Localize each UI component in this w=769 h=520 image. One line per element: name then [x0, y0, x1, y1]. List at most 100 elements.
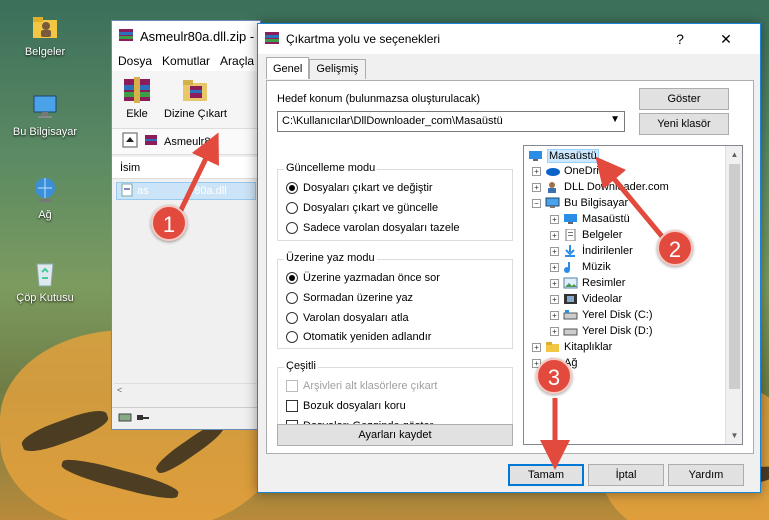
scroll-thumb[interactable]: [729, 164, 740, 389]
expand-icon[interactable]: +: [550, 278, 559, 288]
radio-button[interactable]: [286, 202, 298, 214]
radio-button[interactable]: [286, 331, 298, 343]
radio-button[interactable]: [286, 272, 298, 284]
scroll-down-icon[interactable]: ▼: [726, 427, 742, 444]
expand-icon[interactable]: +: [550, 214, 559, 224]
tree-label: Bu Bilgisayar: [564, 197, 629, 209]
tree-item-desktop-root[interactable]: Masaüstü: [528, 149, 599, 163]
winrar-title: Asmeulr80a.dll.zip -: [140, 28, 255, 44]
tree-item-this-pc[interactable]: − Bu Bilgisayar: [532, 197, 628, 209]
desktop-icon-label: Belgeler: [24, 46, 66, 58]
tree-label: İndirilenler: [582, 245, 633, 257]
destination-label: Hedef konum (bulunmazsa oluşturulacak): [277, 93, 480, 105]
radio-skip-existing[interactable]: Varolan dosyaları atla: [286, 312, 409, 324]
up-folder-icon[interactable]: [122, 132, 138, 151]
tree-item-libraries[interactable]: + Kitaplıklar: [532, 341, 612, 353]
tree-item-music[interactable]: + Müzik: [550, 261, 611, 273]
step-marker-1: 1: [151, 205, 187, 241]
tree-item-videos[interactable]: + Videolar: [550, 293, 622, 305]
scroll-up-icon[interactable]: ▲: [726, 146, 742, 163]
expand-icon[interactable]: +: [550, 246, 559, 256]
menu-item-file[interactable]: Dosya: [118, 54, 152, 68]
radio-extract-update[interactable]: Dosyaları çıkart ve güncelle: [286, 202, 438, 214]
expand-icon[interactable]: +: [550, 262, 559, 272]
tree-item-disk-c[interactable]: + Yerel Disk (C:): [550, 309, 653, 321]
tree-item-downloads[interactable]: + İndirilenler: [550, 245, 633, 257]
winrar-pathbar: Asmeulr80: [112, 129, 260, 155]
folder-tree[interactable]: Masaüstü + OneDrive + DLL Downloader.com…: [523, 145, 743, 445]
tab-general[interactable]: Genel: [266, 57, 310, 79]
radio-overwrite-no-prompt[interactable]: Sormadan üzerine yaz: [286, 292, 413, 304]
option-label: Varolan dosyaları atla: [303, 312, 409, 324]
file-row[interactable]: as r80a.dll: [116, 182, 256, 200]
archive-add-icon: [120, 75, 154, 105]
save-settings-button[interactable]: Ayarları kaydet: [277, 424, 513, 446]
tree-item-documents[interactable]: + Belgeler: [550, 228, 622, 242]
radio-ask-before[interactable]: Üzerine yazmadan önce sor: [286, 272, 440, 284]
tree-label: Yerel Disk (C:): [582, 309, 653, 321]
help-title-button[interactable]: ?: [662, 24, 698, 54]
desktop-icon-documents[interactable]: Belgeler: [5, 12, 85, 58]
menu-item-tools[interactable]: Araçla: [220, 54, 254, 68]
group-title: Üzerine yaz modu: [284, 252, 377, 264]
expand-icon[interactable]: +: [532, 342, 541, 352]
expand-icon[interactable]: +: [550, 310, 559, 320]
menu-item-commands[interactable]: Komutlar: [162, 54, 210, 68]
expand-icon[interactable]: +: [550, 326, 559, 336]
file-name-tail: r80a.dll: [190, 185, 227, 197]
winrar-path-text: Asmeulr80: [164, 135, 217, 148]
update-mode-group: Güncelleme modu Dosyaları çıkart ve deği…: [277, 162, 513, 241]
radio-button[interactable]: [286, 292, 298, 304]
tree-item-pictures[interactable]: + Resimler: [550, 277, 625, 289]
tree-scrollbar[interactable]: ▲ ▼: [725, 146, 742, 444]
tree-item-desktop[interactable]: + Masaüstü: [550, 213, 630, 225]
help-button[interactable]: Yardım: [668, 464, 744, 486]
tree-item-onedrive[interactable]: + OneDrive: [532, 165, 610, 177]
network-icon: [30, 175, 60, 205]
column-header-name[interactable]: İsim: [112, 157, 260, 179]
archive-small-icon: [144, 133, 158, 150]
show-button[interactable]: Göster: [639, 88, 729, 110]
tab-advanced[interactable]: Gelişmiş: [309, 59, 366, 79]
expand-icon[interactable]: +: [550, 230, 559, 240]
radio-fresh-existing[interactable]: Sadece varolan dosyaları tazele: [286, 222, 460, 234]
checkbox-keep-broken[interactable]: Bozuk dosyaları koru: [286, 400, 406, 412]
dialog-titlebar[interactable]: Çıkartma yolu ve seçenekleri ? ✕: [258, 24, 760, 54]
new-folder-button[interactable]: Yeni klasör: [639, 113, 729, 135]
option-label: Üzerine yazmadan önce sor: [303, 272, 440, 284]
tree-item-disk-d[interactable]: + Yerel Disk (D:): [550, 325, 653, 337]
option-label: Arşivleri alt klasörlere çıkart: [303, 380, 438, 392]
ok-button[interactable]: Tamam: [508, 464, 584, 486]
horizontal-scrollbar[interactable]: <: [114, 383, 258, 399]
add-button[interactable]: Ekle: [120, 75, 154, 124]
collapse-icon[interactable]: −: [532, 198, 541, 208]
expand-icon[interactable]: +: [532, 182, 541, 192]
winrar-menubar: Dosya Komutlar Araçla: [112, 51, 260, 71]
tree-label: Kitaplıklar: [564, 341, 613, 353]
tree-label: Yerel Disk (D:): [582, 325, 653, 337]
radio-button[interactable]: [286, 182, 298, 194]
option-label: Otomatik yeniden adlandır: [303, 331, 432, 343]
disk-icon: [563, 325, 578, 337]
computer-icon: [545, 197, 560, 209]
radio-button[interactable]: [286, 222, 298, 234]
desktop-icon-network[interactable]: Ağ: [5, 175, 85, 221]
expand-icon[interactable]: +: [550, 294, 559, 304]
radio-auto-rename[interactable]: Otomatik yeniden adlandır: [286, 331, 431, 343]
winrar-titlebar[interactable]: Asmeulr80a.dll.zip -: [112, 21, 260, 51]
tree-item-user[interactable]: + DLL Downloader.com: [532, 181, 669, 193]
checkbox[interactable]: [286, 400, 298, 412]
extract-to-button[interactable]: Dizine Çıkart: [164, 75, 227, 124]
desktop-icon-recycle-bin[interactable]: Çöp Kutusu: [5, 258, 85, 304]
chevron-down-icon[interactable]: ▼: [610, 114, 620, 125]
radio-button[interactable]: [286, 312, 298, 324]
destination-combobox[interactable]: C:\Kullanıcılar\DllDownloader_com\Masaüs…: [277, 111, 625, 132]
close-button[interactable]: ✕: [708, 24, 744, 54]
desktop-icon-this-pc[interactable]: Bu Bilgisayar: [5, 92, 85, 138]
winrar-statusbar: [112, 407, 260, 429]
desktop-icon: [563, 213, 578, 225]
drive-icon: [118, 412, 132, 425]
radio-extract-replace[interactable]: Dosyaları çıkart ve değiştir: [286, 182, 433, 194]
expand-icon[interactable]: +: [532, 166, 541, 176]
cancel-button[interactable]: İptal: [588, 464, 664, 486]
